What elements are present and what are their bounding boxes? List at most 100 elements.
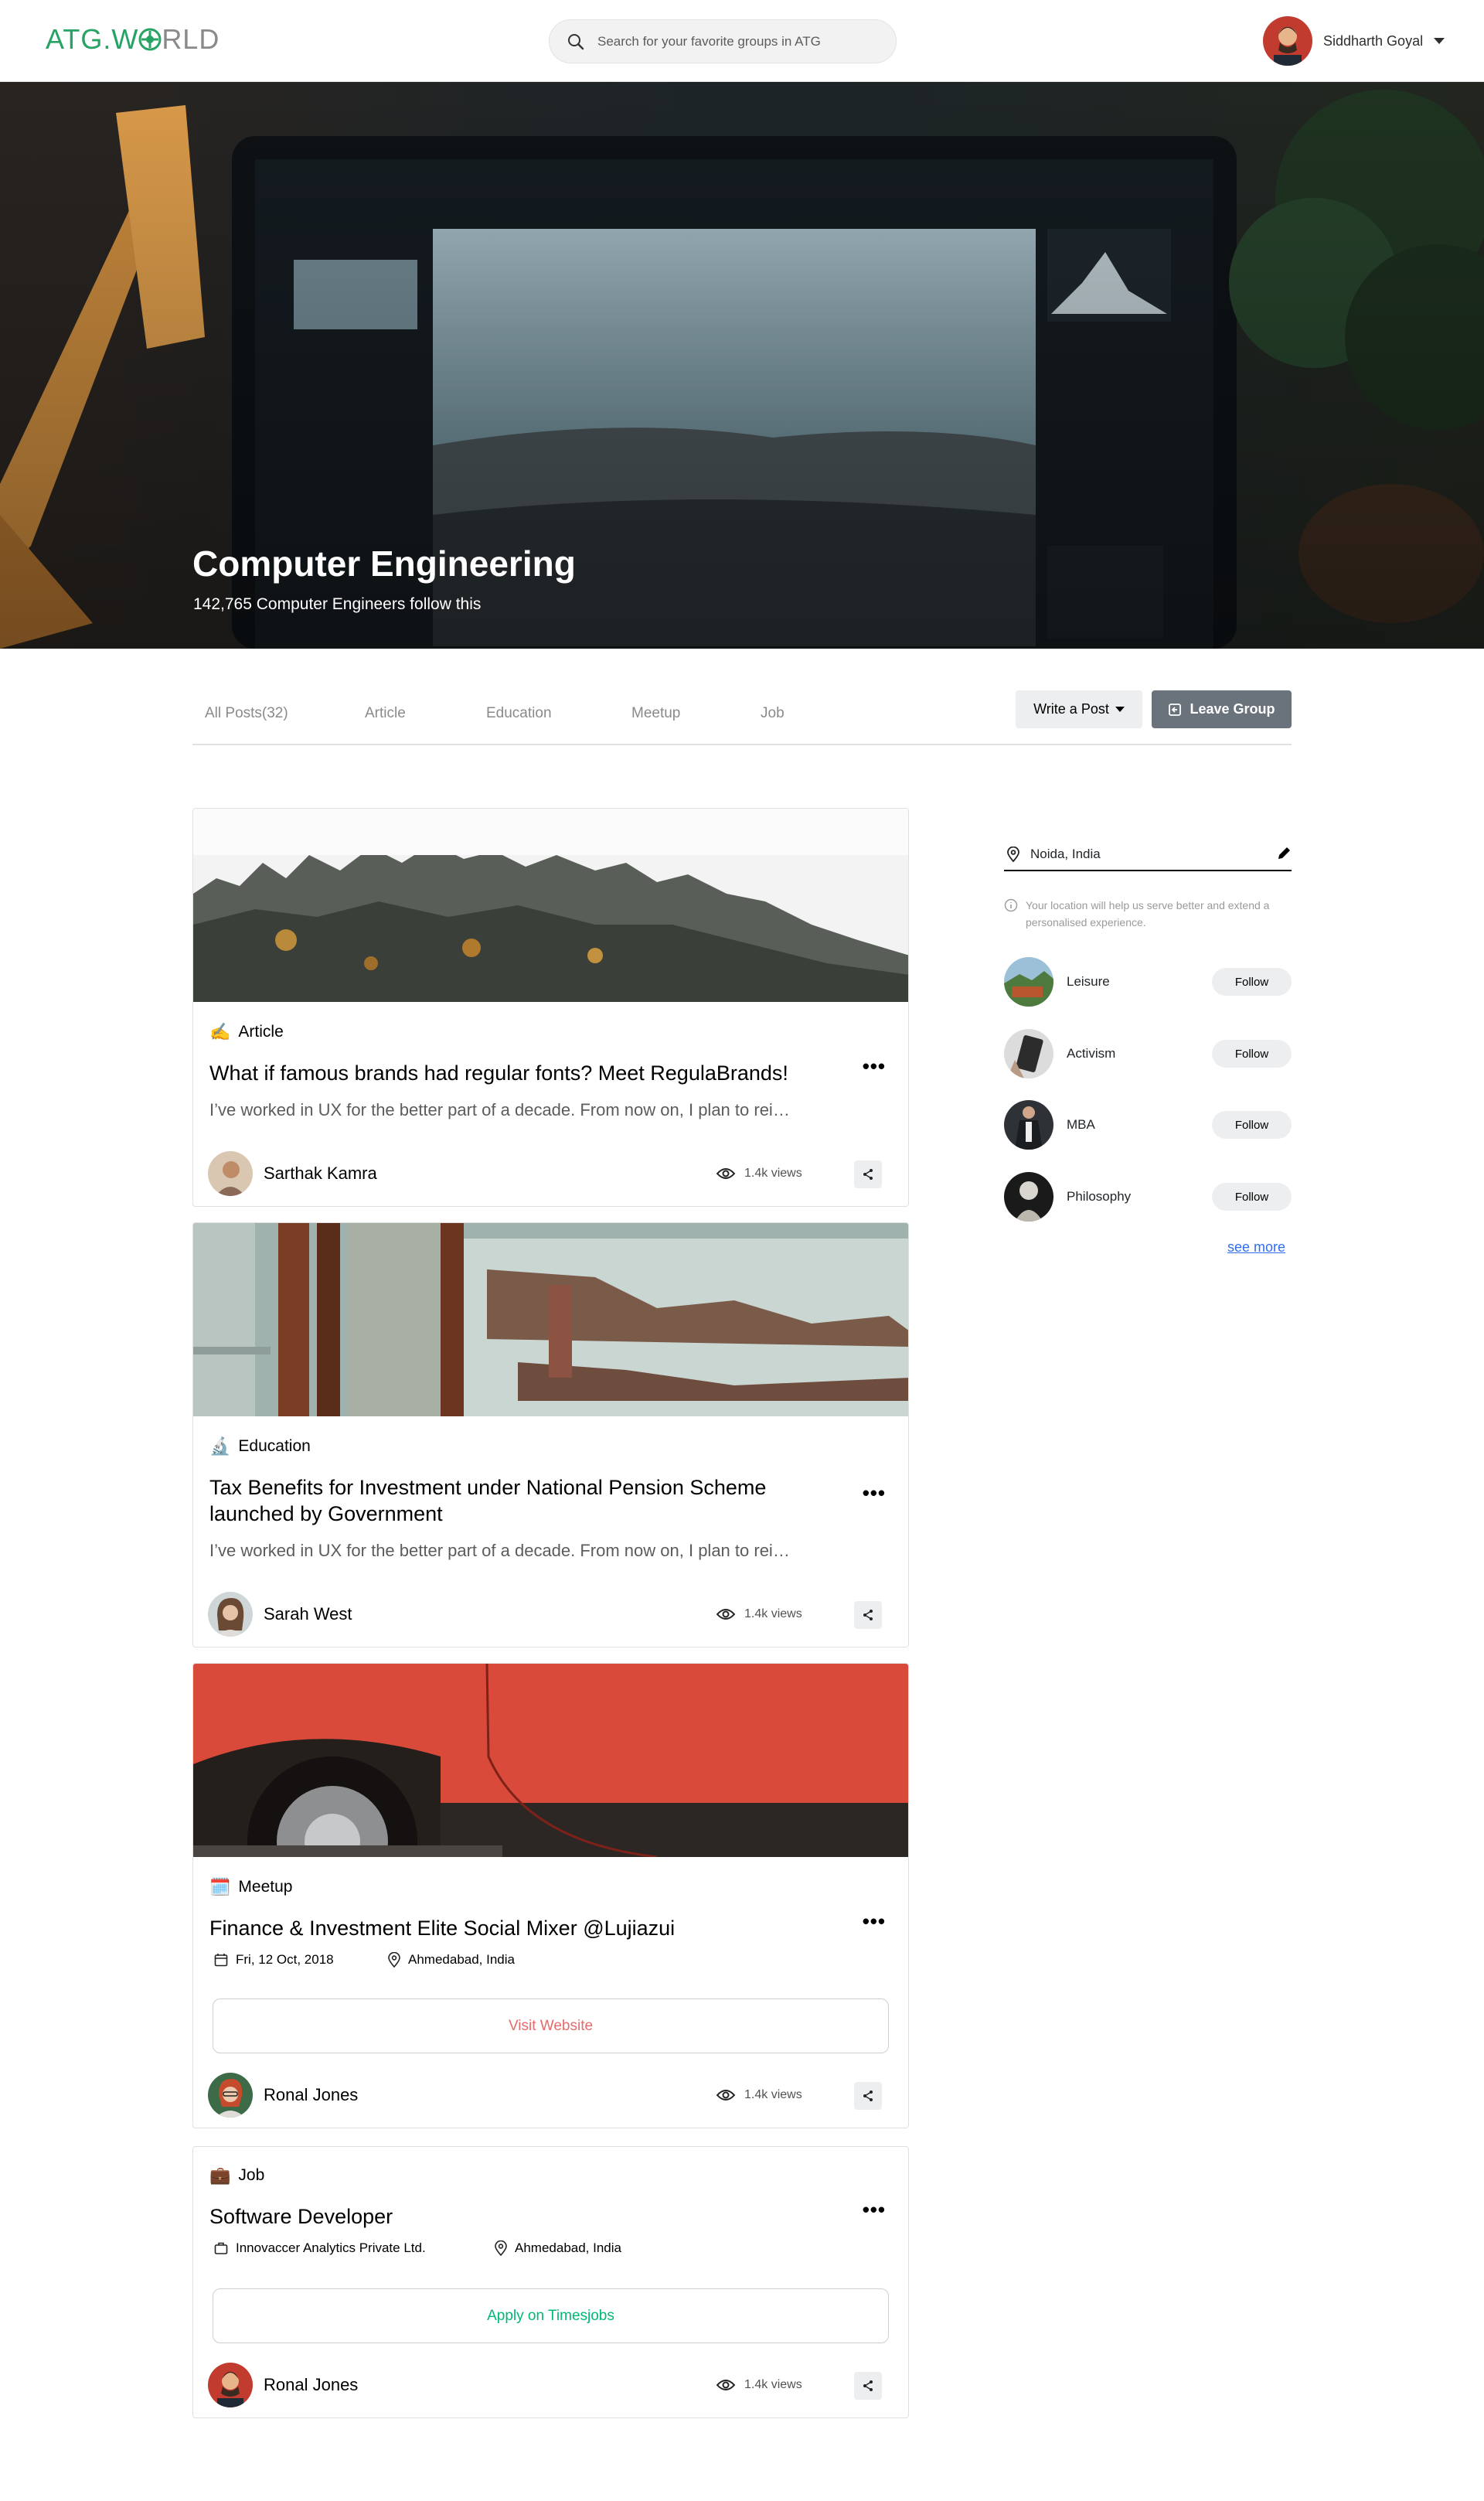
eye-icon (716, 2090, 735, 2101)
post-author[interactable]: Ronal Jones (208, 2363, 358, 2407)
meetup-location-text: Ahmedabad, India (408, 1952, 515, 1967)
job-company-text: Innovaccer Analytics Private Ltd. (236, 2240, 426, 2255)
post-title[interactable]: Finance & Investment Elite Social Mixer … (209, 1915, 820, 1941)
share-button[interactable] (854, 2372, 882, 2400)
post-card-education[interactable]: 🔬 Education Tax Benefits for Investment … (192, 1222, 909, 1647)
post-title[interactable]: Software Developer (209, 2203, 820, 2230)
eye-icon (716, 2380, 735, 2390)
apply-timesjobs-button[interactable]: Apply on Timesjobs (213, 2288, 889, 2343)
location-field[interactable]: Noida, India (1004, 839, 1292, 871)
share-icon (863, 1169, 873, 1180)
pencil-icon[interactable] (1276, 846, 1292, 861)
tab-meetup[interactable]: Meetup (631, 705, 680, 722)
more-icon[interactable]: ••• (863, 1481, 886, 1505)
top-header: ATG.W RLD Siddharth Goyal (0, 0, 1484, 82)
calendar-emoji-icon: 🗓️ (209, 1877, 231, 1896)
briefcase-emoji-icon: 💼 (209, 2165, 231, 2185)
group-suggestion-activism: Activism Follow (1004, 1029, 1292, 1078)
post-views: 1.4k views (716, 2088, 802, 2102)
user-avatar[interactable] (1263, 16, 1312, 66)
search-icon (568, 34, 584, 50)
author-avatar (208, 2073, 253, 2118)
tab-article[interactable]: Article (365, 705, 406, 722)
follow-button[interactable]: Follow (1212, 968, 1292, 996)
caret-down-icon (1115, 707, 1125, 712)
post-cover-image (193, 1664, 908, 1857)
more-icon[interactable]: ••• (863, 1910, 886, 1934)
post-views: 1.4k views (716, 2378, 802, 2392)
microscope-icon: 🔬 (209, 1436, 231, 1456)
post-card-meetup[interactable]: 🗓️ Meetup Finance & Investment Elite Soc… (192, 1663, 909, 2128)
tab-education[interactable]: Education (486, 705, 552, 722)
atg-logo[interactable]: ATG.W RLD (46, 23, 220, 56)
group-suggestion-philosophy: Philosophy Follow (1004, 1172, 1292, 1222)
leave-group-label: Leave Group (1190, 701, 1275, 717)
tab-all-posts[interactable]: All Posts(32) (205, 705, 288, 722)
post-views: 1.4k views (716, 1607, 802, 1621)
post-title[interactable]: Tax Benefits for Investment under Nation… (209, 1474, 820, 1527)
search-bar[interactable] (549, 19, 897, 63)
post-card-article[interactable]: ✍️ Article What if famous brands had reg… (192, 808, 909, 1207)
search-input[interactable] (597, 20, 883, 63)
tab-job[interactable]: Job (761, 705, 785, 722)
group-name[interactable]: Activism (1067, 1046, 1115, 1061)
share-button[interactable] (854, 1601, 882, 1629)
follow-button[interactable]: Follow (1212, 1040, 1292, 1068)
user-menu[interactable]: Siddharth Goyal (1263, 15, 1445, 66)
group-title: Computer Engineering (192, 543, 576, 584)
author-avatar (208, 1592, 253, 1637)
group-name[interactable]: Leisure (1067, 974, 1110, 990)
globe-icon (138, 28, 162, 51)
post-author[interactable]: Ronal Jones (208, 2073, 358, 2118)
group-name[interactable]: MBA (1067, 1117, 1095, 1133)
author-name: Sarthak Kamra (264, 1164, 377, 1183)
leave-icon (1169, 703, 1182, 716)
share-icon (863, 1610, 873, 1620)
job-location-text: Ahmedabad, India (515, 2240, 621, 2255)
eye-icon (716, 1609, 735, 1620)
see-more-link[interactable]: see more (1227, 1239, 1285, 1256)
more-icon[interactable]: ••• (863, 2198, 886, 2222)
share-icon (863, 2090, 873, 2101)
group-avatar[interactable] (1004, 1100, 1053, 1150)
views-count: 1.4k views (744, 1607, 802, 1620)
group-avatar[interactable] (1004, 957, 1053, 1007)
briefcase-icon (214, 2242, 228, 2254)
share-button[interactable] (854, 1160, 882, 1188)
meetup-date-text: Fri, 12 Oct, 2018 (236, 1952, 334, 1967)
post-type-label: 💼 Job (209, 2165, 264, 2186)
post-type-text: Meetup (238, 1878, 293, 1896)
caret-down-icon[interactable] (1434, 38, 1445, 44)
post-cover-image (193, 1223, 908, 1416)
views-count: 1.4k views (744, 1167, 802, 1180)
author-name: Ronal Jones (264, 2375, 359, 2394)
post-card-job[interactable]: 💼 Job Software Developer ••• Innovaccer … (192, 2146, 909, 2418)
post-excerpt: I’ve worked in UX for the better part of… (209, 1541, 790, 1560)
post-type-label: ✍️ Article (209, 1022, 284, 1042)
post-views: 1.4k views (716, 1167, 802, 1181)
group-avatar[interactable] (1004, 1029, 1053, 1078)
follow-button[interactable]: Follow (1212, 1111, 1292, 1139)
write-post-button[interactable]: Write a Post (1016, 690, 1142, 728)
group-name[interactable]: Philosophy (1067, 1189, 1131, 1205)
group-avatar[interactable] (1004, 1172, 1053, 1222)
pin-icon (1007, 847, 1019, 862)
group-follower-count: 142,765 Computer Engineers follow this (193, 595, 482, 613)
eye-icon (716, 1168, 735, 1179)
visit-website-button[interactable]: Visit Website (213, 1998, 889, 2053)
views-count: 1.4k views (744, 2378, 802, 2391)
more-icon[interactable]: ••• (863, 1055, 886, 1078)
calendar-icon (214, 1954, 228, 1967)
follow-button[interactable]: Follow (1212, 1183, 1292, 1211)
share-button[interactable] (854, 2082, 882, 2110)
post-title[interactable]: What if famous brands had regular fonts?… (209, 1060, 820, 1086)
post-type-label: 🔬 Education (209, 1436, 311, 1457)
post-author[interactable]: Sarah West (208, 1592, 352, 1637)
post-type-text: Education (238, 1437, 311, 1455)
author-name: Sarah West (264, 1604, 352, 1624)
leave-group-button[interactable]: Leave Group (1152, 690, 1292, 728)
post-author[interactable]: Sarthak Kamra (208, 1151, 377, 1196)
logo-suffix: RLD (162, 23, 220, 55)
location-text: Noida, India (1030, 847, 1101, 861)
post-excerpt: I’ve worked in UX for the better part of… (209, 1100, 790, 1119)
